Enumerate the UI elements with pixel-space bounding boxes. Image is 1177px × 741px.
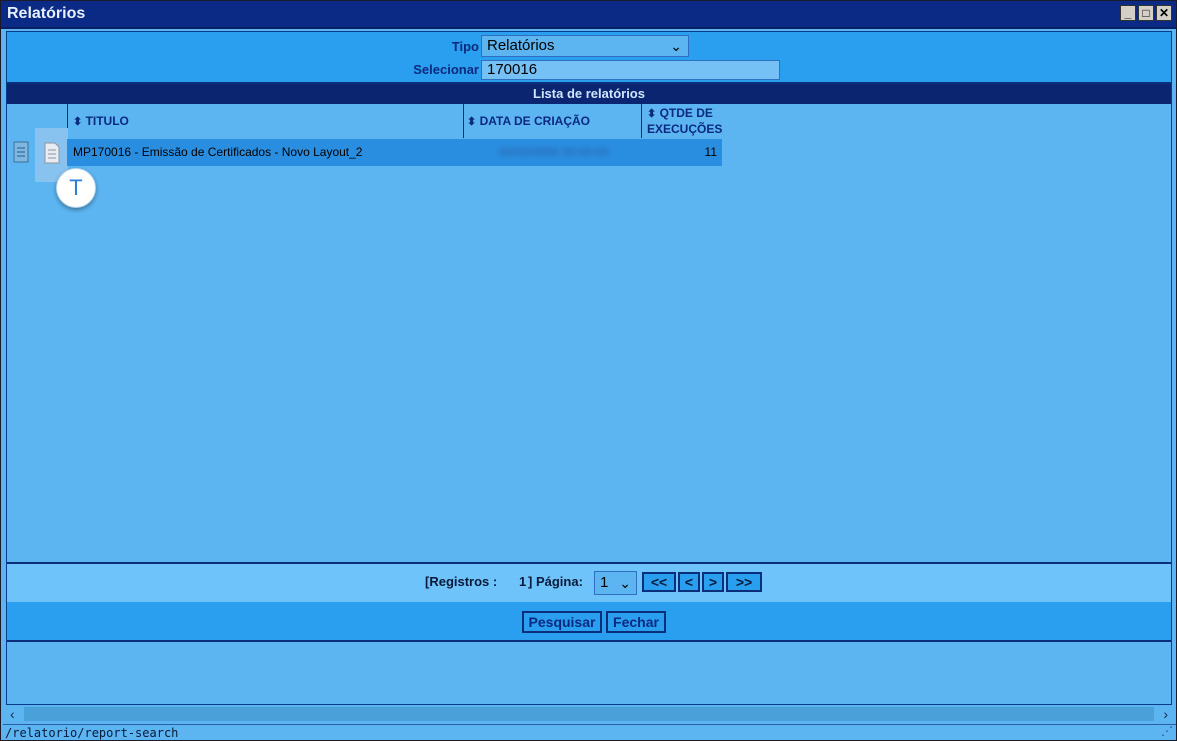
window-controls: _ □ ✕ bbox=[1120, 5, 1172, 21]
status-bar: /relatorio/report-search ⋰ bbox=[3, 724, 1176, 740]
window-titlebar[interactable]: Relatórios _ □ ✕ bbox=[1, 1, 1176, 29]
reports-window: Relatórios _ □ ✕ Tipo Relatórios ⌄ Selec… bbox=[0, 0, 1177, 741]
scroll-left-icon[interactable]: ‹ bbox=[10, 706, 15, 722]
horizontal-scrollbar[interactable]: ‹ › bbox=[6, 705, 1172, 723]
overlay-badge[interactable]: T bbox=[56, 168, 96, 208]
prev-page-button[interactable]: < bbox=[678, 572, 700, 592]
next-page-button[interactable]: > bbox=[702, 572, 724, 592]
selecionar-label: Selecionar bbox=[413, 62, 479, 77]
column-header-data-label: DATA DE CRIAÇÃO bbox=[479, 114, 590, 128]
row-qtde: 11 bbox=[704, 145, 717, 159]
table-row[interactable]: MP170016 - Emissão de Certificados - Nov… bbox=[67, 139, 722, 166]
tipo-select-value: Relatórios bbox=[487, 37, 555, 54]
column-header-qtde[interactable]: ⬍ QTDE DE EXECUÇÕES bbox=[647, 106, 727, 140]
document-icon bbox=[44, 142, 60, 164]
scroll-right-icon[interactable]: › bbox=[1163, 706, 1168, 722]
pagination-bar: [Registros : 1 ] Página: 1 ⌄ << < > >> bbox=[7, 562, 1171, 604]
sort-icon: ⬍ bbox=[647, 108, 657, 120]
row-titulo: MP170016 - Emissão de Certificados - Nov… bbox=[73, 145, 363, 159]
last-page-button[interactable]: >> bbox=[726, 572, 762, 592]
filter-panel: Tipo Relatórios ⌄ Selecionar 170016 bbox=[7, 32, 1171, 84]
list-header: Lista de relatórios bbox=[7, 84, 1171, 104]
column-header-titulo-label: TITULO bbox=[85, 114, 129, 128]
minimize-button[interactable]: _ bbox=[1120, 5, 1136, 21]
status-url: /relatorio/report-search bbox=[5, 726, 179, 740]
column-divider bbox=[641, 104, 642, 138]
column-header-qtde-line2: EXECUÇÕES bbox=[647, 122, 723, 136]
registros-label: [Registros : bbox=[425, 574, 498, 589]
tipo-select[interactable]: Relatórios ⌄ bbox=[481, 35, 689, 57]
document-icon[interactable] bbox=[13, 141, 29, 163]
content-panel: Tipo Relatórios ⌄ Selecionar 170016 List… bbox=[6, 31, 1172, 705]
sort-icon: ⬍ bbox=[73, 116, 83, 128]
page-select[interactable]: 1 ⌄ bbox=[594, 571, 637, 595]
fechar-button[interactable]: Fechar bbox=[606, 611, 666, 633]
tipo-label: Tipo bbox=[451, 39, 479, 54]
column-divider bbox=[463, 104, 464, 138]
chevron-down-icon: ⌄ bbox=[670, 38, 682, 54]
resize-grip-icon[interactable]: ⋰ bbox=[1161, 723, 1173, 739]
first-page-button[interactable]: << bbox=[642, 572, 676, 592]
scrollbar-track[interactable] bbox=[24, 707, 1154, 721]
page-select-value: 1 bbox=[600, 574, 609, 591]
row-data-criacao: 00/00/0000 00:00:00 bbox=[499, 145, 610, 159]
column-header-qtde-line1: QTDE DE bbox=[659, 106, 713, 120]
action-bar: Pesquisar Fechar bbox=[7, 602, 1171, 642]
chevron-down-icon: ⌄ bbox=[619, 575, 631, 591]
registros-count: 1 bbox=[519, 574, 527, 589]
close-button[interactable]: ✕ bbox=[1156, 5, 1172, 21]
pagina-label: ] Página: bbox=[528, 574, 583, 589]
sort-icon: ⬍ bbox=[467, 116, 477, 128]
selecionar-input[interactable]: 170016 bbox=[481, 60, 780, 80]
pesquisar-button[interactable]: Pesquisar bbox=[522, 611, 602, 633]
maximize-button[interactable]: □ bbox=[1138, 5, 1154, 21]
window-title: Relatórios bbox=[7, 5, 86, 22]
reports-grid: ⬍ TITULO ⬍ DATA DE CRIAÇÃO ⬍ QTDE DE EXE… bbox=[7, 104, 1171, 562]
